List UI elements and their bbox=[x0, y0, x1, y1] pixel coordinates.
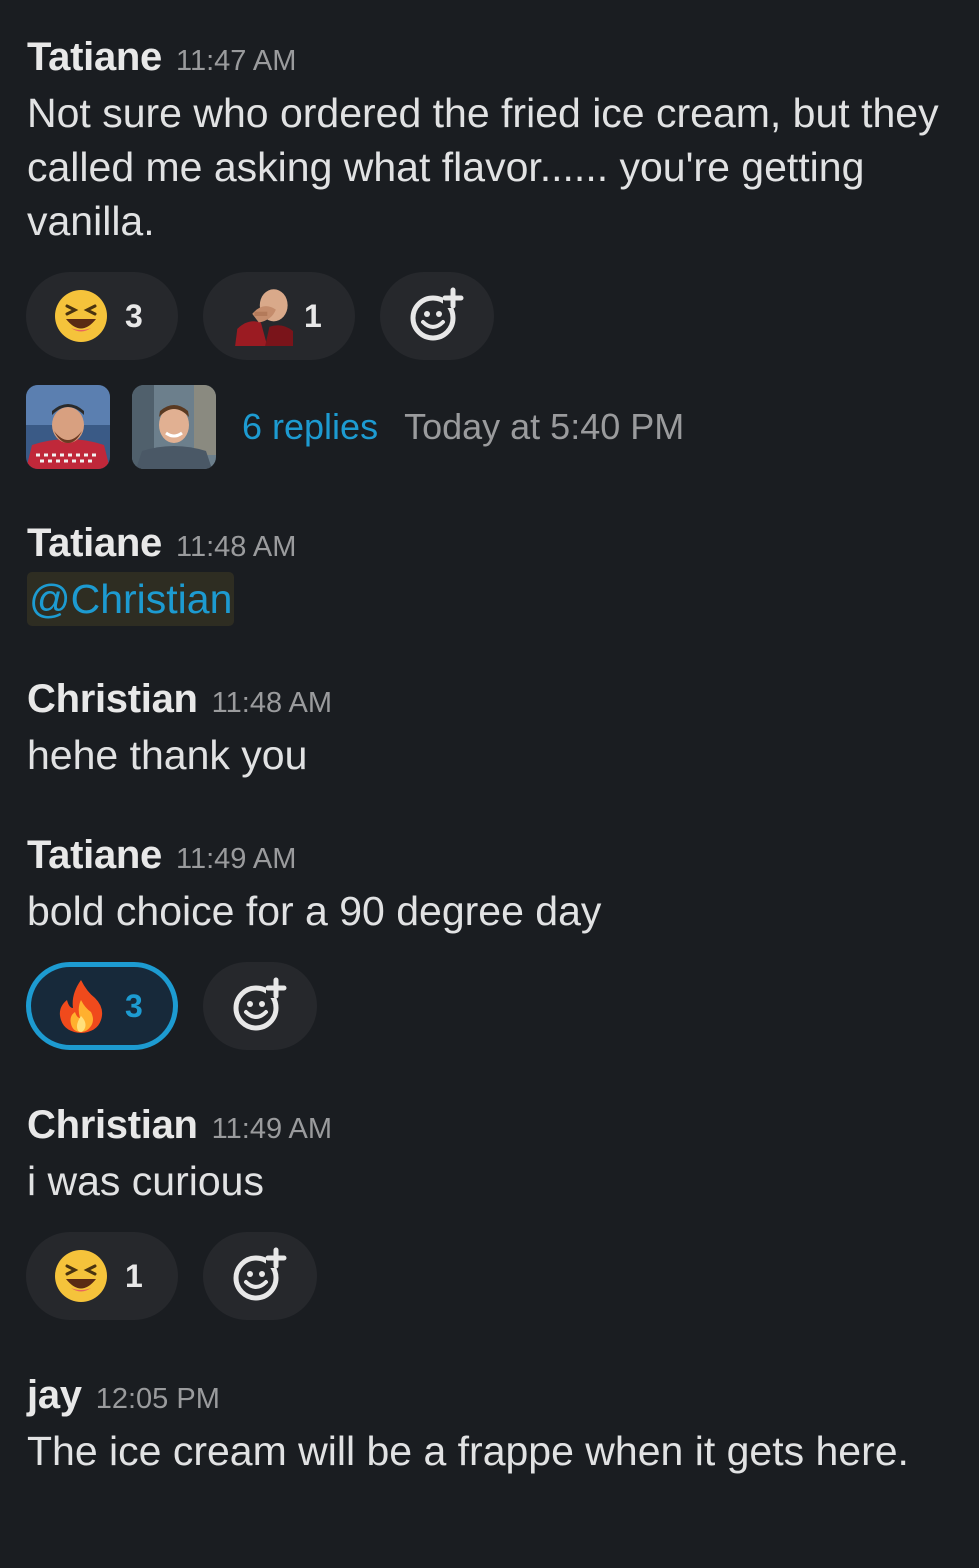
message-timestamp[interactable]: 11:48 AM bbox=[176, 531, 296, 564]
message-jay-1205: jay 12:05 PM The ice cream will be a fra… bbox=[27, 1373, 959, 1478]
thread-summary[interactable]: 6 replies Today at 5:40 PM bbox=[26, 385, 684, 469]
message-text: i was curious bbox=[27, 1158, 264, 1204]
avatar bbox=[132, 385, 216, 469]
reaction-count: 3 bbox=[125, 297, 143, 334]
reaction-bar: 1 bbox=[26, 1232, 317, 1320]
message-timestamp[interactable]: 11:48 AM bbox=[212, 687, 332, 720]
sender-name[interactable]: Tatiane bbox=[27, 833, 162, 878]
message-christian-1148: Christian 11:48 AM hehe thank you bbox=[27, 677, 959, 782]
reaction-bar: 3 bbox=[26, 962, 317, 1050]
message-timestamp[interactable]: 11:49 AM bbox=[176, 843, 296, 876]
message-text: The ice cream will be a frappe when it g… bbox=[27, 1428, 909, 1474]
reaction-facepalm[interactable]: 1 bbox=[203, 272, 355, 360]
add-reaction-icon bbox=[233, 1247, 287, 1301]
sender-name[interactable]: Tatiane bbox=[27, 521, 162, 566]
reaction-fire[interactable]: 3 bbox=[26, 962, 178, 1050]
laughing-face-icon bbox=[55, 1250, 107, 1302]
laughing-face-icon bbox=[55, 290, 107, 342]
sender-name[interactable]: Tatiane bbox=[27, 35, 162, 80]
add-reaction-icon bbox=[410, 287, 464, 341]
facepalm-picard-icon bbox=[235, 289, 293, 346]
add-reaction-button[interactable] bbox=[380, 272, 494, 360]
message-timestamp[interactable]: 11:49 AM bbox=[212, 1113, 332, 1146]
message-timestamp[interactable]: 11:47 AM bbox=[176, 45, 296, 78]
sender-name[interactable]: Christian bbox=[27, 677, 198, 722]
thread-last-reply-time: Today at 5:40 PM bbox=[404, 406, 685, 447]
fire-icon bbox=[59, 980, 103, 1033]
thread-replies-link[interactable]: 6 replies bbox=[242, 406, 378, 448]
sender-name[interactable]: jay bbox=[27, 1373, 82, 1418]
message-tatiane-1148: Tatiane 11:48 AM @Christian bbox=[27, 521, 959, 626]
reaction-laughing[interactable]: 1 bbox=[26, 1232, 178, 1320]
message-christian-1149: Christian 11:49 AM i was curious bbox=[27, 1103, 959, 1208]
message-timestamp[interactable]: 12:05 PM bbox=[96, 1383, 220, 1416]
reaction-count: 3 bbox=[125, 987, 143, 1024]
sender-name[interactable]: Christian bbox=[27, 1103, 198, 1148]
add-reaction-button[interactable] bbox=[203, 1232, 317, 1320]
message-text: bold choice for a 90 degree day bbox=[27, 888, 602, 934]
message-text: @Christian bbox=[27, 572, 959, 626]
add-reaction-icon bbox=[233, 977, 287, 1031]
message-text: hehe thank you bbox=[27, 732, 308, 778]
reaction-count: 1 bbox=[125, 1257, 143, 1294]
reaction-count: 1 bbox=[304, 297, 322, 334]
reaction-laughing[interactable]: 3 bbox=[26, 272, 178, 360]
add-reaction-button[interactable] bbox=[203, 962, 317, 1050]
user-mention[interactable]: @Christian bbox=[27, 572, 235, 626]
message-tatiane-1149: Tatiane 11:49 AM bold choice for a 90 de… bbox=[27, 833, 959, 938]
message-tatiane-1147: Tatiane 11:47 AM Not sure who ordered th… bbox=[27, 35, 959, 248]
avatar bbox=[26, 385, 110, 469]
reaction-bar: 3 1 bbox=[26, 272, 494, 360]
message-text: Not sure who ordered the fried ice cream… bbox=[27, 90, 939, 244]
